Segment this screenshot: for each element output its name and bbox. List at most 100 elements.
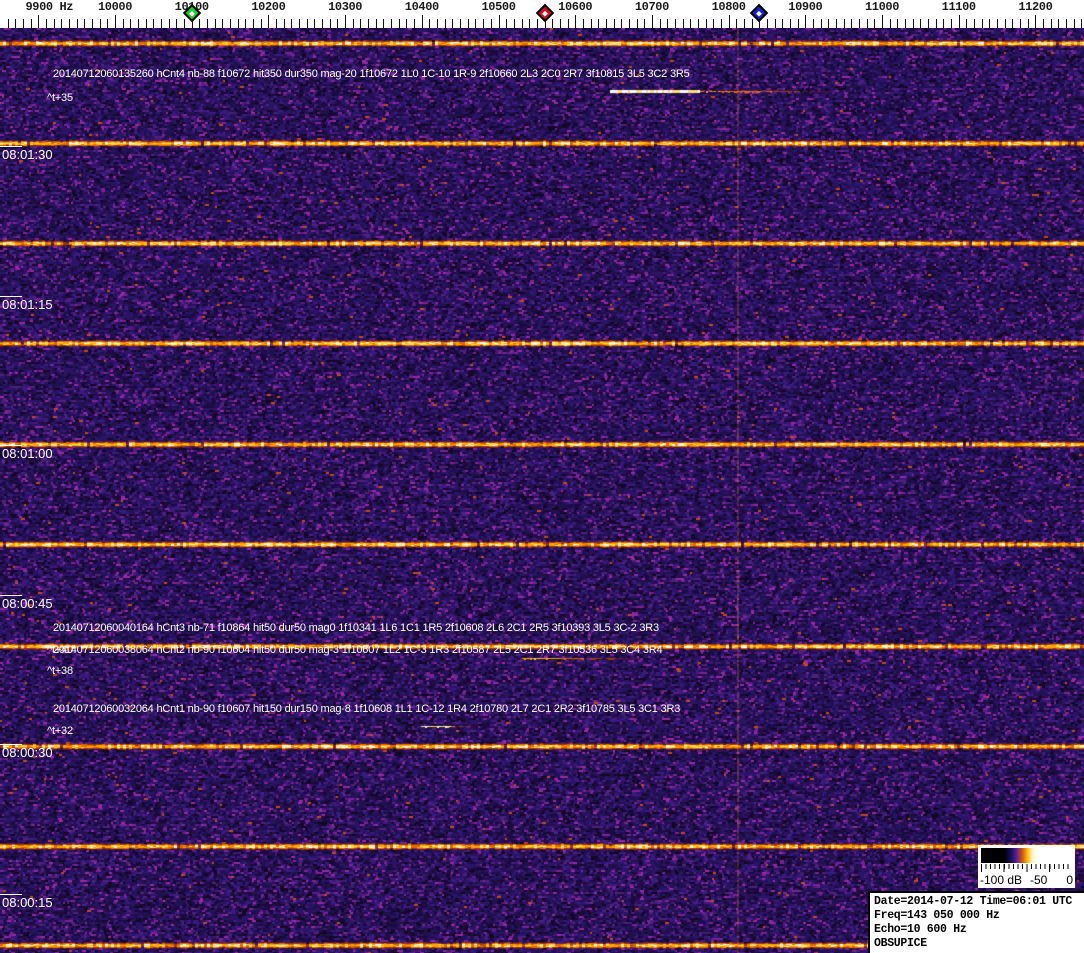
freq-tick bbox=[437, 19, 439, 28]
freq-tick bbox=[567, 19, 569, 28]
freq-tick bbox=[168, 19, 170, 28]
freq-tick bbox=[444, 19, 446, 28]
freq-tick bbox=[682, 19, 684, 28]
freq-tick bbox=[935, 19, 937, 28]
freq-tick bbox=[858, 19, 860, 28]
freq-tick bbox=[161, 19, 163, 28]
colorbar-labels: -100 dB -50 0 bbox=[980, 873, 1073, 887]
colorbar-label-mid: -50 bbox=[1030, 873, 1048, 887]
freq-tick bbox=[521, 19, 523, 28]
freq-tick bbox=[214, 19, 216, 28]
freq-tick bbox=[582, 19, 584, 28]
freq-tick bbox=[145, 19, 147, 28]
freq-tick bbox=[283, 19, 285, 28]
freq-tick bbox=[1043, 19, 1045, 28]
freq-tick bbox=[843, 19, 845, 28]
freq-tick bbox=[736, 19, 738, 28]
freq-tick bbox=[122, 19, 124, 28]
freq-tick bbox=[951, 19, 953, 28]
freq-tick bbox=[835, 19, 837, 28]
waterfall-spectrogram[interactable] bbox=[0, 28, 1084, 953]
freq-tick bbox=[536, 19, 538, 28]
echo-time-offset-label: ^t+38 bbox=[47, 665, 73, 677]
freq-tick bbox=[575, 15, 577, 28]
freq-tick bbox=[774, 19, 776, 28]
freq-tick bbox=[337, 19, 339, 28]
freq-tick-label: 10700 bbox=[634, 0, 669, 14]
freq-tick bbox=[713, 19, 715, 28]
freq-tick-label: 11000 bbox=[864, 0, 900, 14]
freq-tick bbox=[153, 19, 155, 28]
time-label: 08:00:30 bbox=[2, 745, 53, 760]
marker-core-dot bbox=[756, 10, 763, 16]
freq-tick bbox=[1012, 19, 1014, 28]
freq-tick-label: 10000 bbox=[97, 0, 133, 14]
info-line-freq: Freq=143 050 000 Hz bbox=[874, 909, 1000, 922]
frequency-ruler[interactable]: 9900 Hz100001010010200103001040010500106… bbox=[0, 0, 1084, 28]
freq-tick bbox=[636, 19, 638, 28]
freq-tick-label: 10300 bbox=[328, 0, 363, 14]
freq-tick bbox=[61, 19, 63, 28]
freq-tick bbox=[506, 19, 508, 28]
freq-tick bbox=[928, 19, 930, 28]
freq-tick bbox=[789, 19, 791, 28]
freq-tick-label: 11100 bbox=[941, 0, 976, 14]
freq-tick bbox=[1035, 15, 1037, 28]
freq-tick bbox=[22, 19, 24, 28]
detection-annotation: 20140712060040164 hCnt3 nb-71 f10864 hit… bbox=[53, 622, 659, 634]
freq-tick bbox=[598, 19, 600, 28]
freq-tick bbox=[851, 19, 853, 28]
freq-tick bbox=[460, 19, 462, 28]
detection-annotation: 20140712060038064 hCnt2 nb-90 f10604 hit… bbox=[53, 644, 663, 656]
freq-tick bbox=[253, 19, 255, 28]
freq-tick bbox=[53, 19, 55, 28]
freq-tick bbox=[989, 19, 991, 28]
red-marker-diamond-icon[interactable] bbox=[535, 3, 554, 23]
freq-tick bbox=[76, 19, 78, 28]
freq-tick bbox=[91, 19, 93, 28]
freq-tick bbox=[828, 19, 830, 28]
freq-tick bbox=[138, 19, 139, 28]
freq-tick bbox=[912, 19, 914, 28]
freq-tick bbox=[406, 19, 408, 28]
freq-tick bbox=[905, 19, 906, 28]
freq-tick bbox=[352, 19, 354, 28]
freq-tick bbox=[467, 19, 469, 28]
freq-tick-label: 10800 bbox=[711, 0, 746, 14]
colorbar-ticks bbox=[981, 864, 1072, 872]
freq-tick bbox=[920, 19, 922, 28]
freq-tick-label: 10200 bbox=[251, 0, 286, 14]
freq-tick bbox=[766, 19, 768, 28]
freq-tick bbox=[222, 19, 224, 28]
freq-tick bbox=[743, 19, 745, 28]
time-label: 08:01:30 bbox=[2, 147, 53, 162]
detection-annotation: 20140712060135260 hCnt4 nb-88 f10672 hit… bbox=[53, 68, 690, 80]
freq-tick bbox=[874, 19, 876, 28]
freq-tick-label: 11200 bbox=[1018, 0, 1053, 14]
freq-tick bbox=[207, 19, 209, 28]
freq-tick bbox=[490, 19, 492, 28]
freq-tick bbox=[299, 19, 301, 28]
freq-tick bbox=[345, 15, 347, 28]
freq-tick bbox=[613, 19, 615, 28]
freq-tick bbox=[391, 19, 393, 28]
freq-tick bbox=[1073, 19, 1075, 28]
freq-tick bbox=[958, 15, 960, 28]
blue-marker-diamond-icon[interactable] bbox=[750, 3, 769, 23]
freq-tick bbox=[383, 19, 385, 28]
freq-tick bbox=[276, 19, 278, 28]
freq-tick bbox=[651, 15, 653, 28]
freq-tick bbox=[728, 15, 730, 28]
freq-tick bbox=[268, 15, 270, 28]
time-label: 08:01:15 bbox=[2, 297, 53, 312]
freq-tick bbox=[99, 19, 101, 28]
freq-tick bbox=[529, 19, 531, 28]
freq-tick bbox=[375, 19, 377, 28]
freq-tick bbox=[805, 15, 807, 28]
info-line-echo: Echo=10 600 Hz bbox=[874, 923, 967, 936]
freq-tick bbox=[797, 19, 799, 28]
freq-tick-label: 10500 bbox=[481, 0, 516, 14]
freq-tick bbox=[820, 19, 822, 28]
station-info-box: Date=2014-07-12 Time=06:01 UTC Freq=143 … bbox=[868, 891, 1084, 953]
freq-tick bbox=[176, 19, 178, 28]
